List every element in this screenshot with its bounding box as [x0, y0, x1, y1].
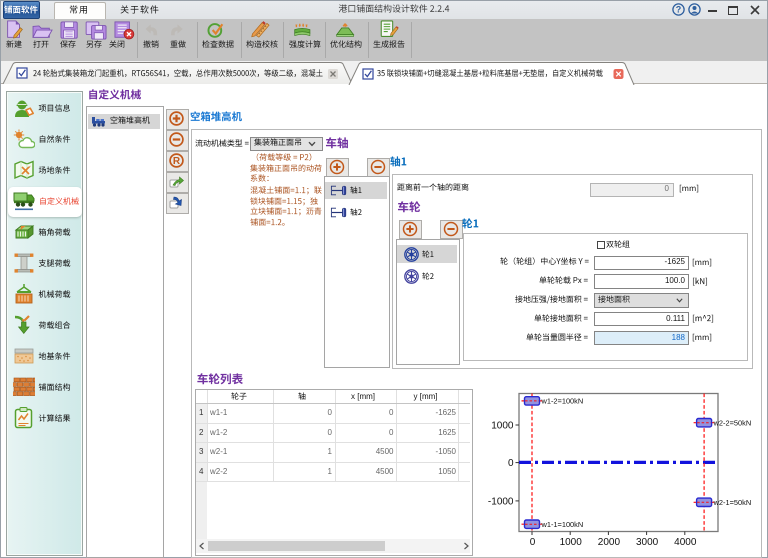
svg-text:3000: 3000: [636, 537, 659, 548]
svg-text:0: 0: [530, 537, 536, 548]
svg-text:w1-1=100kN: w1-1=100kN: [541, 520, 584, 529]
svg-text:?: ?: [676, 5, 682, 15]
svg-text:2000: 2000: [598, 537, 621, 548]
svg-text:w2-1=50kN: w2-1=50kN: [713, 498, 752, 507]
svg-text:0: 0: [508, 458, 514, 469]
svg-text:1000: 1000: [560, 537, 583, 548]
svg-text:1000: 1000: [491, 421, 514, 432]
svg-text:4000: 4000: [674, 537, 697, 548]
svg-text:w2-2=50kN: w2-2=50kN: [713, 418, 752, 427]
svg-text:R: R: [173, 156, 181, 167]
svg-text:-1000: -1000: [488, 497, 514, 508]
svg-text:w1-2=100kN: w1-2=100kN: [541, 397, 584, 406]
